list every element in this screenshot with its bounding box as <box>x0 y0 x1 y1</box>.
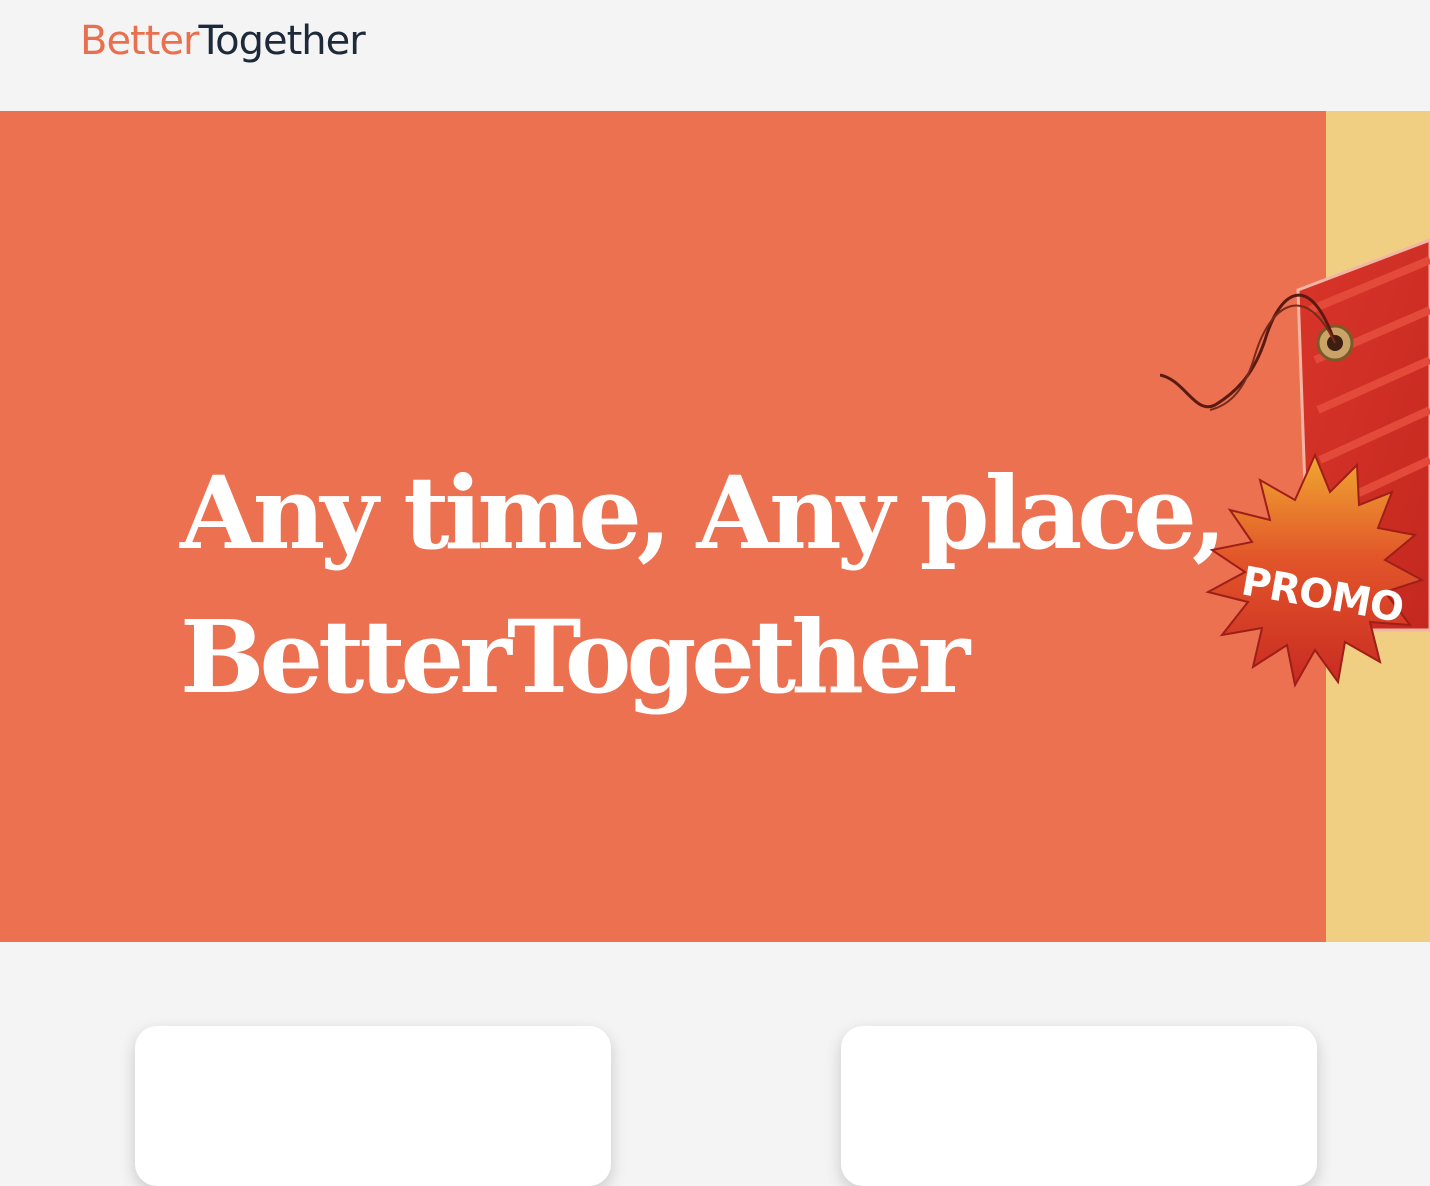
logo-better: Better <box>80 18 199 64</box>
logo-together: Together <box>198 18 365 64</box>
hero-headline: Any time, Any place, BetterTogether <box>180 441 1227 729</box>
promo-tag-icon: PROMO <box>1160 230 1430 820</box>
headline-line-1: Any time, Any place, <box>180 454 1227 572</box>
hero-banner: Any time, Any place, BetterTogether <box>0 111 1326 942</box>
card-2[interactable] <box>841 1026 1317 1186</box>
top-bar: BetterTogether <box>0 0 1430 111</box>
brand-logo[interactable]: BetterTogether <box>80 14 366 68</box>
card-1[interactable] <box>135 1026 611 1186</box>
headline-line-2: BetterTogether <box>180 598 970 716</box>
